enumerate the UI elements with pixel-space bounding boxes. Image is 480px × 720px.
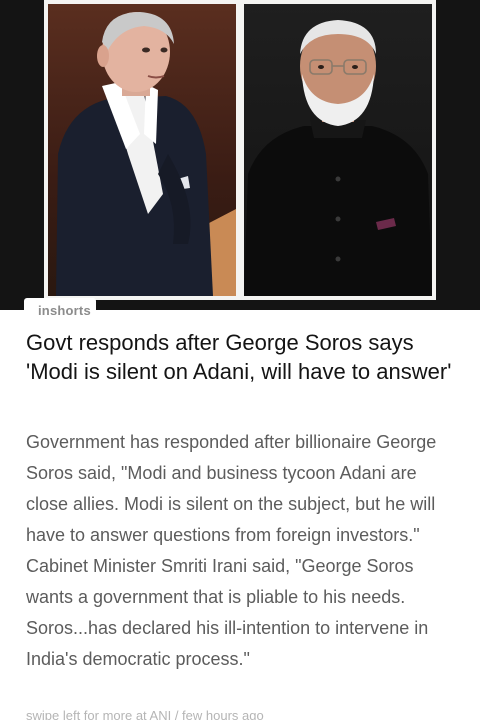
article-summary: Government has responded after billionai… [26,432,437,669]
portrait-left-illustration [56,12,236,296]
news-card[interactable]: inshorts Govt responds after George Soro… [0,0,480,720]
portrait-right-illustration [244,20,432,296]
article-image[interactable] [0,0,480,310]
swipe-footer[interactable]: swipe left for more at ANI / few hours a… [26,708,466,720]
photo-george-soros [44,0,240,300]
source-label: inshorts [38,303,91,318]
photo-narendra-modi [240,0,436,300]
article-headline[interactable]: Govt responds after George Soros says 'M… [26,328,456,386]
